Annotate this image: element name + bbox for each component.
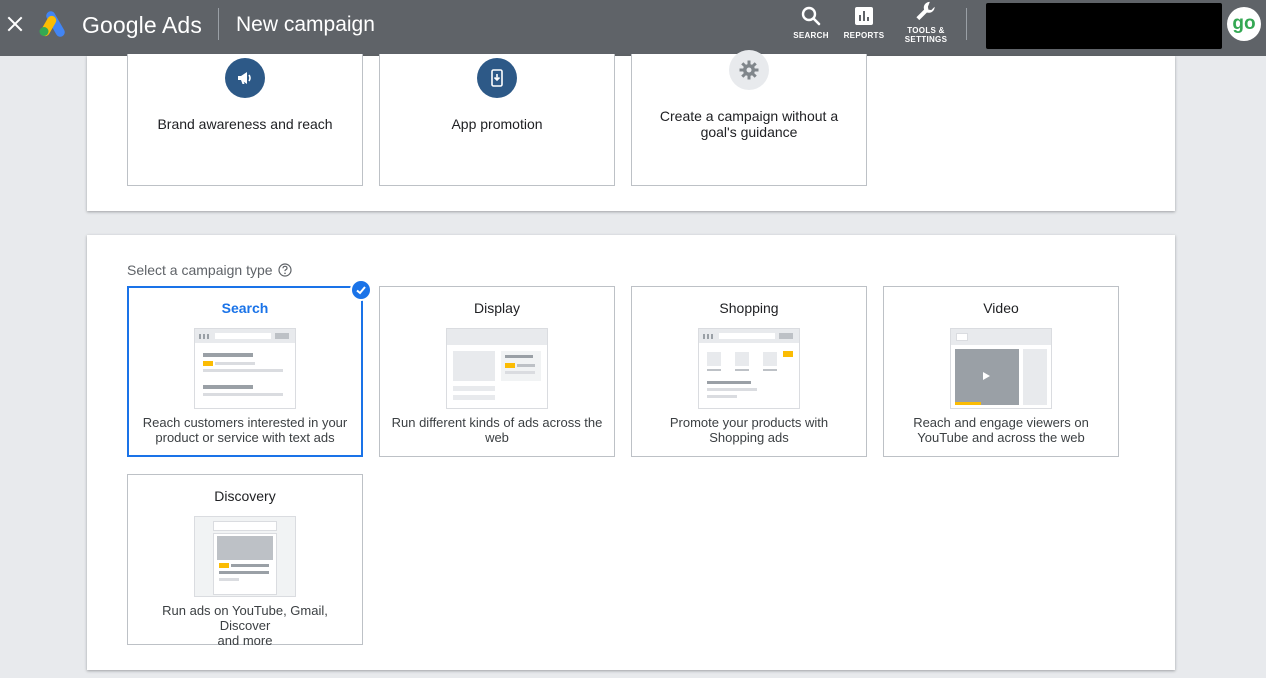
avatar[interactable]: go	[1227, 7, 1261, 41]
help-icon[interactable]	[277, 263, 292, 277]
type-description: Run ads on YouTube, Gmail, Discover and …	[136, 603, 354, 648]
campaign-type-panel: Select a campaign type Search Reach cust…	[87, 235, 1175, 670]
header-divider	[218, 8, 219, 40]
type-desc-line1: Promote your products with	[669, 415, 829, 430]
campaign-type-card-display[interactable]: Display Run different kinds of ads acros…	[379, 286, 615, 457]
avatar-text: go	[1232, 13, 1256, 34]
account-info-redacted[interactable]	[986, 3, 1222, 49]
type-description: Reach and engage viewers on YouTube and …	[892, 415, 1110, 445]
campaign-type-card-video[interactable]: Video Reach and engage viewers on YouTub…	[883, 286, 1119, 457]
goal-label-line1: Create a campaign without a	[659, 108, 839, 124]
check-icon	[356, 286, 366, 295]
header-divider-right	[966, 8, 967, 40]
selected-check-badge	[350, 279, 372, 301]
campaign-type-card-shopping[interactable]: Shopping Promote your products with Shop…	[631, 286, 867, 457]
type-desc-line1: Reach and engage viewers on	[913, 415, 1089, 430]
phone-download-icon	[477, 58, 517, 98]
goal-label: Create a campaign without a goal's guida…	[642, 108, 856, 140]
reports-icon	[855, 7, 873, 25]
goal-card-brand-awareness[interactable]: Brand awareness and reach	[127, 54, 363, 186]
type-description: Promote your products with Shopping ads	[640, 415, 858, 445]
type-desc-line2: Shopping ads	[709, 430, 789, 445]
goal-label-line2: goal's guidance	[700, 124, 798, 140]
close-icon	[7, 16, 23, 32]
campaign-type-card-discovery[interactable]: Discovery Run ads on YouTube, Gmail, Dis…	[127, 474, 363, 648]
search-illustration	[194, 328, 296, 409]
select-campaign-type-label: Select a campaign type	[127, 262, 273, 278]
campaign-goal-panel: Brand awareness and reach App promotion …	[87, 50, 1175, 211]
close-button[interactable]	[4, 12, 26, 36]
type-title: Search	[221, 300, 269, 316]
type-desc-line2: and more	[217, 633, 273, 648]
product-name: Google Ads	[82, 12, 202, 38]
tools-settings-label-line2: SETTINGS	[904, 35, 948, 44]
type-desc-line2: YouTube and across the web	[917, 430, 1085, 445]
page-title: New campaign	[236, 13, 375, 36]
section-label: Select a campaign type	[127, 262, 292, 278]
type-desc-line1: Run different kinds of ads across the	[391, 415, 603, 430]
search-action-label: SEARCH	[793, 31, 829, 40]
tools-settings-action-button[interactable]: TOOLS & SETTINGS	[902, 0, 950, 44]
reports-action-button[interactable]: REPORTS	[844, 4, 884, 48]
type-description: Run different kinds of ads across the we…	[388, 415, 606, 445]
search-action-button[interactable]: SEARCH	[793, 4, 829, 48]
type-desc-line2: web	[485, 430, 509, 445]
type-title: Display	[474, 300, 520, 316]
type-desc-line1: Reach customers interested in your	[142, 415, 348, 430]
campaign-type-card-search[interactable]: Search Reach customers interested in you…	[127, 279, 372, 457]
play-icon	[983, 372, 990, 380]
type-desc-line2: product or service with text ads	[155, 430, 335, 445]
display-illustration	[446, 328, 548, 409]
type-desc-line1: Run ads on YouTube, Gmail, Discover	[162, 603, 328, 633]
goal-card-app-promotion[interactable]: App promotion	[379, 54, 615, 186]
tools-settings-label-line1: TOOLS &	[907, 26, 945, 35]
video-illustration	[950, 328, 1052, 409]
goal-card-no-guidance[interactable]: Create a campaign without a goal's guida…	[631, 50, 867, 186]
reports-action-label: REPORTS	[843, 31, 885, 40]
search-icon	[801, 6, 821, 26]
goal-label: App promotion	[451, 116, 543, 132]
wrench-icon	[916, 1, 935, 21]
google-ads-logo-icon	[39, 11, 65, 37]
type-title: Discovery	[214, 488, 276, 504]
discovery-illustration	[194, 516, 296, 597]
megaphone-icon	[225, 58, 265, 98]
gear-icon	[729, 50, 769, 90]
type-title: Video	[983, 300, 1019, 316]
top-app-bar: Google Ads New campaign SEARCH REPORTS T…	[0, 0, 1266, 56]
shopping-illustration	[698, 328, 800, 409]
type-description: Reach customers interested in your produ…	[137, 415, 353, 445]
type-title: Shopping	[719, 300, 779, 316]
goal-label: Brand awareness and reach	[157, 116, 333, 132]
